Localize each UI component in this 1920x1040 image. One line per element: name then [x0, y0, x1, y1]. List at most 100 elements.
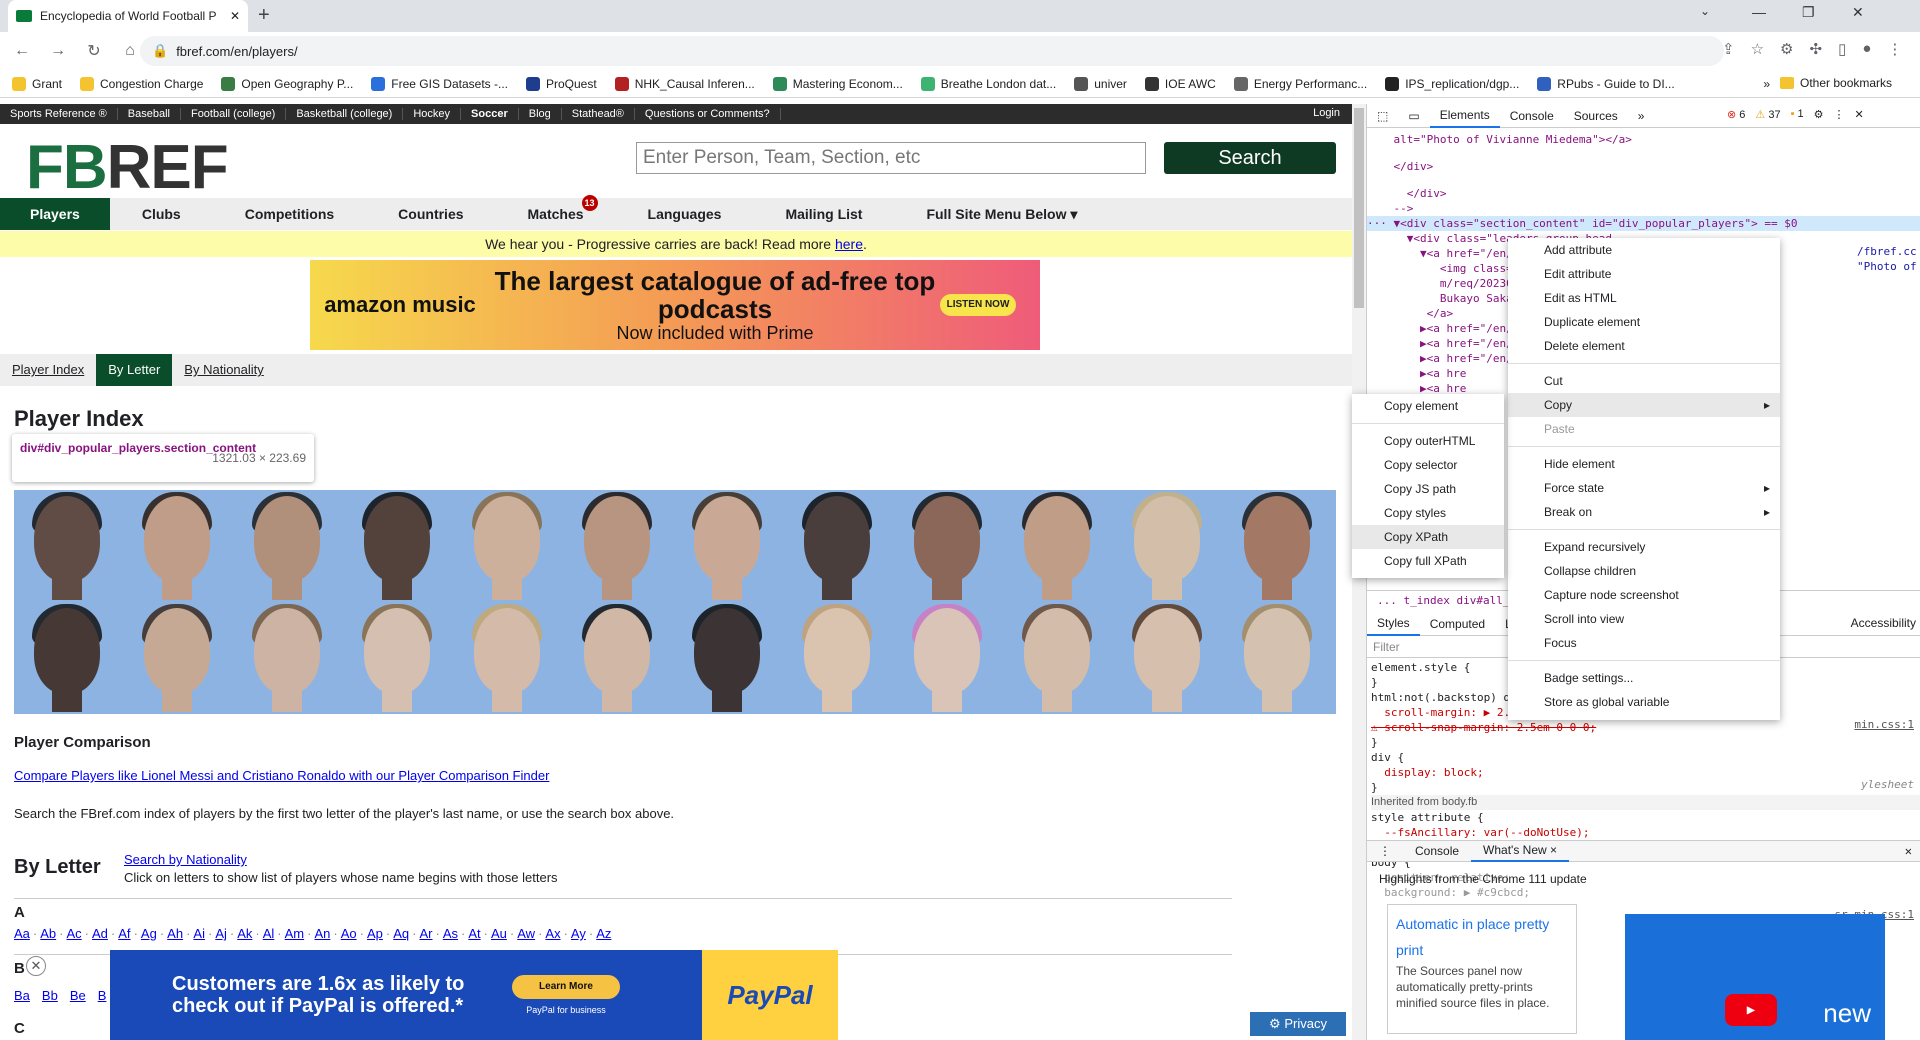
settings-gear-icon[interactable]: ⚙ — [1814, 108, 1824, 121]
context-menu-item[interactable]: Hide element — [1508, 452, 1780, 476]
context-menu-item[interactable]: Copy ▸ — [1508, 393, 1780, 417]
drawer-tab[interactable]: Console — [1403, 844, 1471, 858]
letter-link[interactable]: Ai — [193, 926, 205, 941]
browser-tab[interactable]: Encyclopedia of World Football P ✕ — [8, 0, 248, 32]
devtools-close-icon[interactable]: ✕ — [1855, 108, 1864, 121]
player-photo[interactable] — [1122, 492, 1212, 600]
topbar-link[interactable]: Stathead® — [562, 108, 635, 120]
letter-link[interactable]: Ba — [14, 988, 30, 1003]
player-photo[interactable] — [572, 604, 662, 712]
style-rule-line[interactable]: --fsAncillary: var(--doNotUse); — [1371, 825, 1920, 840]
player-photo[interactable] — [792, 492, 882, 600]
letter-link[interactable]: Ay — [571, 926, 586, 941]
drawer-close-icon[interactable]: ✕ — [1905, 844, 1912, 858]
topbar-link[interactable]: Baseball — [118, 108, 181, 120]
nav-item[interactable]: Mailing List — [753, 198, 894, 230]
tab-search-icon[interactable]: ⌄ — [1700, 4, 1710, 18]
topbar-link[interactable]: Questions or Comments? — [635, 108, 781, 120]
player-photo[interactable] — [462, 604, 552, 712]
tab-close-icon[interactable]: ✕ — [230, 9, 240, 23]
letter-link[interactable]: Au — [491, 926, 507, 941]
fbref-logo[interactable]: FBREF — [26, 132, 229, 203]
bookmark-item[interactable]: Breathe London dat... — [920, 76, 1056, 91]
menu-icon[interactable]: ⋮ — [1887, 40, 1902, 58]
bookmarks-overflow-icon[interactable]: » — [1763, 77, 1770, 91]
letter-link[interactable]: Al — [263, 926, 275, 941]
player-photo[interactable] — [462, 492, 552, 600]
player-photo[interactable] — [1232, 492, 1322, 600]
share-icon[interactable]: ⇪ — [1722, 40, 1735, 58]
forward-icon[interactable]: → — [44, 42, 72, 60]
player-photo[interactable] — [1012, 604, 1102, 712]
player-photo[interactable] — [682, 492, 772, 600]
close-window-icon[interactable]: ✕ — [1852, 4, 1864, 21]
nav-item[interactable]: Competitions — [213, 198, 366, 230]
context-menu-item[interactable]: Capture node screenshot — [1508, 583, 1780, 607]
copy-menu-item[interactable]: Copy outerHTML — [1352, 429, 1504, 453]
letter-link[interactable]: Ao — [341, 926, 357, 941]
copy-menu-item[interactable]: Copy JS path — [1352, 477, 1504, 501]
player-photo[interactable] — [352, 492, 442, 600]
context-menu-item[interactable]: Force state ▸ — [1508, 476, 1780, 500]
copy-menu-item[interactable]: Copy styles — [1352, 501, 1504, 525]
style-rule-line[interactable]: ⚠ scroll-snap-margin: 2.5em 0 0 0; — [1371, 720, 1920, 735]
letter-link[interactable]: Ap — [367, 926, 383, 941]
bookmark-item[interactable]: Open Geography P... — [221, 76, 353, 91]
error-count[interactable]: ⊗ 6 — [1727, 108, 1745, 121]
context-menu-item[interactable]: Focus — [1508, 631, 1780, 655]
new-tab-button[interactable]: + — [258, 4, 270, 27]
url-text[interactable]: fbref.com/en/players/ — [176, 44, 297, 59]
context-menu-item[interactable]: Add attribute — [1508, 238, 1780, 262]
devtools-tab[interactable]: Elements — [1429, 104, 1500, 128]
dom-node-line[interactable]: alt="Photo of Vivianne Miedema"></a> — [1367, 132, 1920, 147]
notice-link[interactable]: here — [835, 236, 863, 252]
letter-link[interactable]: Am — [285, 926, 305, 941]
warning-count[interactable]: ⚠ 37 — [1755, 108, 1780, 121]
whats-new-video[interactable]: ▶ new — [1625, 914, 1885, 1040]
player-photo[interactable] — [1232, 604, 1322, 712]
dom-node-line[interactable]: ··· ▼<div class="section_content" id="di… — [1367, 216, 1920, 231]
topbar-link[interactable]: Hockey — [403, 108, 462, 120]
bookmark-item[interactable]: NHK_Causal Inferen... — [614, 76, 755, 91]
amazon-music-ad[interactable]: amazon music The largest catalogue of ad… — [310, 260, 1040, 350]
player-photo[interactable] — [242, 492, 332, 600]
context-menu-item[interactable]: Edit attribute — [1508, 262, 1780, 286]
player-photo[interactable] — [1122, 604, 1212, 712]
letter-link[interactable]: Aa — [14, 926, 30, 941]
copy-menu-item[interactable]: Copy XPath — [1352, 525, 1504, 549]
context-menu-item[interactable]: Badge settings... — [1508, 666, 1780, 690]
letter-link[interactable]: B — [98, 988, 107, 1003]
back-icon[interactable]: ← — [8, 42, 36, 60]
player-photo[interactable] — [792, 604, 882, 712]
letter-link[interactable]: Aq — [393, 926, 409, 941]
bookmark-item[interactable]: Free GIS Datasets -... — [371, 76, 508, 91]
copy-menu-item[interactable]: Copy full XPath — [1352, 549, 1504, 573]
context-menu-item[interactable]: Expand recursively — [1508, 535, 1780, 559]
player-photo[interactable] — [572, 492, 662, 600]
topbar-link[interactable]: Soccer — [461, 108, 519, 120]
dom-node-line[interactable] — [1367, 147, 1920, 159]
bookmark-item[interactable]: Energy Performanc... — [1233, 76, 1367, 91]
dom-node-line[interactable]: --> — [1367, 201, 1920, 216]
style-rule-line[interactable]: div { — [1371, 750, 1920, 765]
context-menu-item[interactable]: Break on ▸ — [1508, 500, 1780, 524]
player-photo[interactable] — [682, 604, 772, 712]
dom-node-line[interactable]: </div> — [1367, 186, 1920, 201]
player-comparison-link[interactable]: Compare Players like Lionel Messi and Cr… — [14, 768, 549, 783]
style-rule-line[interactable]: Inherited from body.fb — [1371, 795, 1920, 810]
styles-tab[interactable]: Computed — [1420, 617, 1495, 631]
style-rule-line[interactable]: background: ▶ #c9cbcd; — [1371, 885, 1920, 900]
context-menu-item[interactable]: Delete element — [1508, 334, 1780, 358]
scrollbar-thumb[interactable] — [1354, 108, 1364, 308]
stylesheet-link[interactable]: min.css:1 — [1854, 718, 1914, 731]
bookmark-item[interactable]: Grant — [12, 76, 62, 91]
copy-menu-item[interactable]: Copy selector — [1352, 453, 1504, 477]
letter-link[interactable]: Ah — [167, 926, 183, 941]
player-photo[interactable] — [242, 604, 332, 712]
devtools-tab[interactable]: » — [1628, 109, 1655, 123]
restore-icon[interactable]: ❐ — [1802, 4, 1815, 21]
letter-link[interactable]: An — [314, 926, 330, 941]
dom-node-line[interactable]: </div> — [1367, 159, 1920, 174]
letter-link[interactable]: Ax — [545, 926, 560, 941]
search-by-nationality-link[interactable]: Search by Nationality — [124, 852, 247, 867]
